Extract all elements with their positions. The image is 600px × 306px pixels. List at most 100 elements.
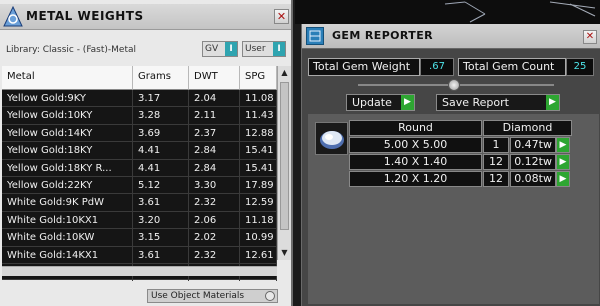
horizontal-scrollbar[interactable] [2,266,277,276]
metal-cell: Yellow Gold:18KY [2,142,133,160]
column-header-grams[interactable]: Grams [133,66,189,90]
gem-reporter-icon [306,27,324,45]
dwt-cell: 2.06 [189,211,240,229]
spg-cell: 12.61 [240,246,277,264]
gem-size-cell: 5.00 X 5.00 [349,137,482,153]
gem-qty-cell: 12 [483,154,509,170]
scroll-down-arrow-icon[interactable]: ▼ [278,246,291,259]
metal-cell: White Gold:10KW [2,229,133,247]
spg-cell: 15.41 [240,142,277,160]
update-button[interactable]: Update ▶ [346,94,415,111]
gem-size-cell: 1.20 X 1.20 [349,171,482,187]
metal-cell: White Gold:14KX1 [2,246,133,264]
grams-cell: 3.69 [133,124,189,142]
play-arrow-icon[interactable]: ▶ [556,154,570,170]
use-object-materials-label: Use Object Materials [151,291,245,301]
user-check-icon[interactable]: I [273,42,285,56]
total-gem-count-value: 25 [566,58,594,76]
gem-shape-header: Round [349,120,482,136]
dwt-cell: 2.32 [189,246,240,264]
table-row[interactable]: White Gold:9K PdW 3.61 2.32 12.59 [2,194,277,212]
gv-toggle[interactable]: GV I [202,41,238,57]
grams-cell: 4.41 [133,142,189,160]
gv-check-icon[interactable]: I [225,42,237,56]
dwt-cell: 2.02 [189,229,240,247]
grams-cell: 3.20 [133,211,189,229]
update-button-label: Update [352,96,392,109]
metal-weights-panel: METAL WEIGHTS ✕ Library: Classic - (Fast… [0,0,293,306]
gem-reporter-titlebar: GEM REPORTER ✕ [302,24,600,49]
gem-qty-cell: 1 [483,137,509,153]
table-row[interactable]: White Gold:14KX1 3.61 2.32 12.61 [2,246,277,264]
dwt-cell: 2.84 [189,142,240,160]
gem-list-area: Round Diamond 5.00 X 5.00 1 0.47tw ▶ 1.4… [308,114,599,304]
gem-reporter-title: GEM REPORTER [332,29,433,42]
metal-weights-title: METAL WEIGHTS [26,9,144,23]
spg-cell: 10.99 [240,229,277,247]
user-toggle[interactable]: User I [242,41,286,57]
spg-cell: 12.59 [240,194,277,212]
scroll-up-arrow-icon[interactable]: ▲ [278,66,291,79]
dwt-cell: 2.84 [189,159,240,177]
table-row[interactable]: White Gold:10KX1 3.20 2.06 11.18 [2,211,277,230]
total-gem-count-label: Total Gem Count [458,58,566,76]
table-row[interactable]: Yellow Gold:14KY 3.69 2.37 12.88 [2,124,277,143]
metal-cell: Yellow Gold:14KY [2,124,133,142]
gem-size-cell: 1.40 X 1.40 [349,154,482,170]
viewport-strip [295,0,600,24]
rhino-logo-icon [3,5,23,28]
radio-icon[interactable] [265,291,275,301]
gem-material-header: Diamond [483,120,572,136]
table-row[interactable]: Yellow Gold:9KY 3.17 2.04 11.08 [2,90,277,108]
table-row[interactable]: White Gold:10KW 3.15 2.02 10.99 [2,229,277,247]
dwt-cell: 2.04 [189,90,240,107]
metal-cell: Yellow Gold:18KY R... [2,159,133,177]
play-arrow-icon[interactable]: ▶ [556,137,570,153]
use-object-materials-toggle[interactable]: Use Object Materials [147,289,278,303]
gem-weight-cell: 0.47tw [510,137,556,153]
gem-weight-cell: 0.12tw [510,154,556,170]
table-row[interactable]: Yellow Gold:18KY R... 4.41 2.84 15.41 [2,159,277,177]
save-report-button[interactable]: Save Report ▶ [436,94,560,111]
metal-table: Metal Grams DWT SPG Yellow Gold:9KY 3.17… [2,66,277,281]
round-gem-thumbnail [315,122,348,155]
gem-reporter-panel: GEM REPORTER ✕ Total Gem Weight .67 Tota… [301,24,600,306]
save-report-button-label: Save Report [442,96,509,109]
spg-cell: 12.88 [240,124,277,142]
metal-table-header: Metal Grams DWT SPG [2,66,277,90]
dwt-cell: 2.11 [189,107,240,125]
grams-cell: 5.12 [133,177,189,194]
play-arrow-icon[interactable]: ▶ [546,95,559,110]
gem-row: 5.00 X 5.00 1 0.47tw ▶ [349,137,572,153]
vertical-scrollbar[interactable]: ▲ ▼ [277,66,291,260]
gv-toggle-label: GV [205,44,219,54]
close-icon[interactable]: ✕ [583,30,597,44]
splitter-knob-icon[interactable] [448,79,460,91]
grams-cell: 3.15 [133,229,189,247]
metal-cell: Yellow Gold:22KY [2,177,133,194]
dwt-cell: 2.32 [189,194,240,212]
gem-row: 1.40 X 1.40 12 0.12tw ▶ [349,154,572,170]
table-row[interactable]: Yellow Gold:22KY 5.12 3.30 17.89 [2,177,277,195]
viewport-wireframe [444,1,596,23]
column-header-metal[interactable]: Metal [2,66,133,90]
table-row[interactable]: Yellow Gold:10KY 3.28 2.11 11.43 [2,107,277,125]
play-arrow-icon[interactable]: ▶ [401,95,414,110]
grams-cell: 4.41 [133,159,189,177]
grams-cell: 3.28 [133,107,189,125]
metal-cell: White Gold:9K PdW [2,194,133,212]
table-row[interactable]: Yellow Gold:18KY 4.41 2.84 15.41 [2,142,277,160]
column-header-dwt[interactable]: DWT [189,66,240,90]
metal-weights-titlebar: METAL WEIGHTS ✕ [0,4,291,30]
column-header-spg[interactable]: SPG [240,66,277,90]
dwt-cell: 2.37 [189,124,240,142]
close-icon[interactable]: ✕ [274,9,289,24]
metal-cell: Yellow Gold:10KY [2,107,133,125]
metal-cell: White Gold:10KX1 [2,211,133,229]
scroll-thumb[interactable] [280,82,289,230]
play-arrow-icon[interactable]: ▶ [556,171,570,187]
grams-cell: 3.17 [133,90,189,107]
total-gem-weight-label: Total Gem Weight [308,58,420,76]
grams-cell: 3.61 [133,246,189,264]
spg-cell: 11.43 [240,107,277,125]
